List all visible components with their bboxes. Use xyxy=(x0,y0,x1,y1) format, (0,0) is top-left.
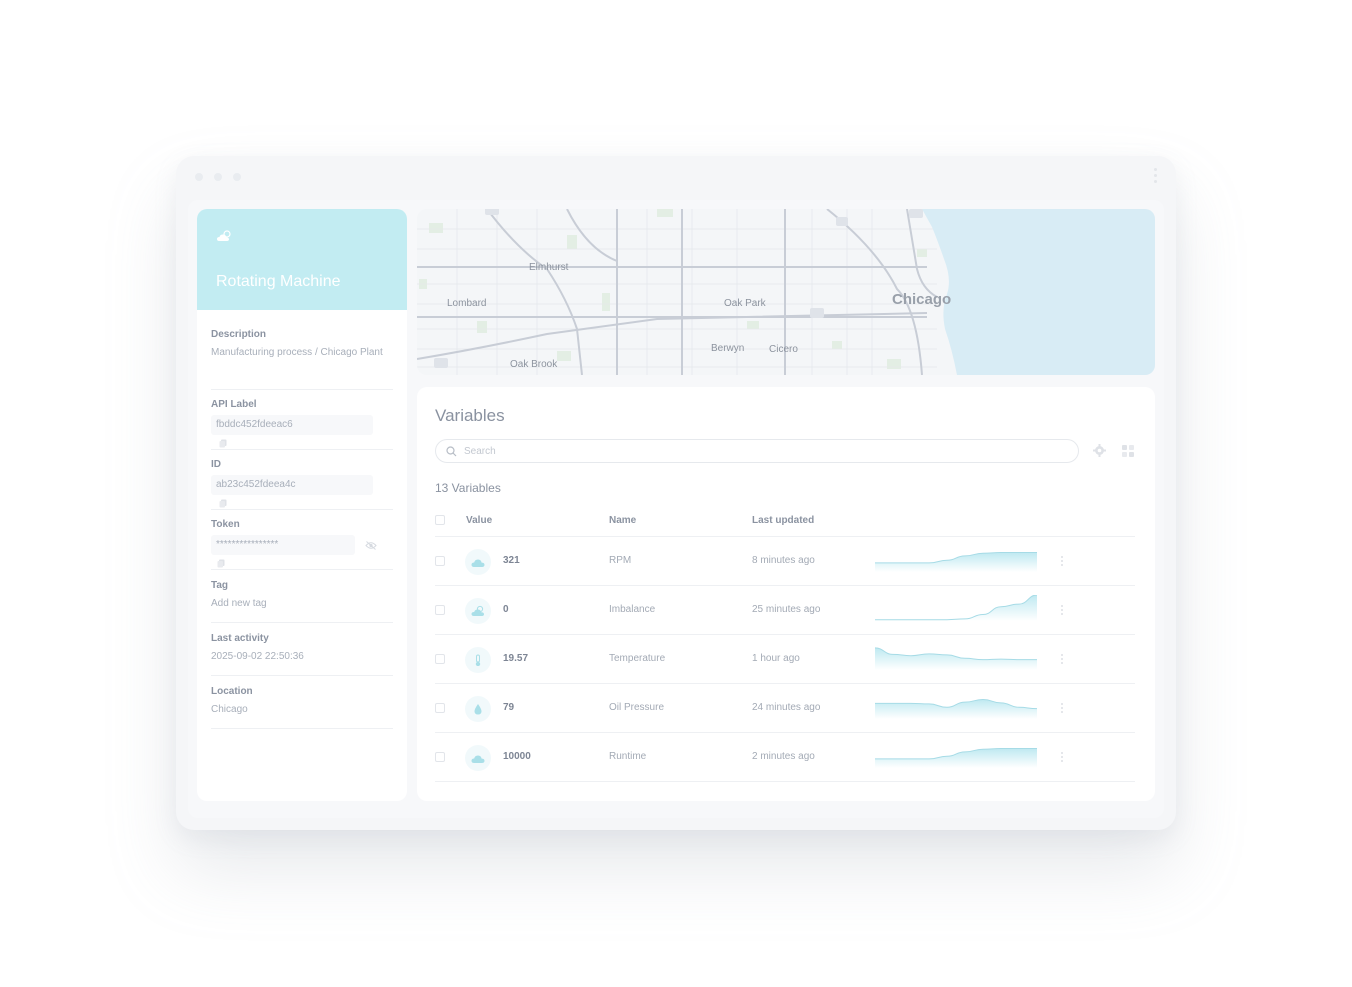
table-header: Value Name Last updated xyxy=(435,509,1135,533)
trend-sparkline xyxy=(874,644,1037,670)
api-label-field: API Label fbddc452fdeeac6 xyxy=(211,399,393,450)
device-header: Rotating Machine xyxy=(197,209,407,310)
variables-title: Variables xyxy=(435,406,505,425)
row-value: 0 xyxy=(503,604,509,615)
row-menu-icon[interactable] xyxy=(1061,556,1064,568)
trend-sparkline xyxy=(875,546,1037,572)
id-value[interactable]: ab23c452fdeea4c xyxy=(211,475,373,495)
row-checkbox[interactable] xyxy=(435,605,445,615)
add-tag-link[interactable]: Add new tag xyxy=(211,596,393,612)
row-name[interactable]: Temperature xyxy=(609,653,665,664)
location-field: Location Chicago xyxy=(211,686,393,729)
table-row[interactable]: 10000 Runtime 2 minutes ago xyxy=(435,732,1135,782)
token-value[interactable]: **************** xyxy=(211,535,355,555)
tag-field: Tag Add new tag xyxy=(211,580,393,623)
table-row[interactable]: 321 RPM 8 minutes ago xyxy=(435,536,1135,586)
droplet-icon xyxy=(465,696,491,722)
row-last-updated: 2 minutes ago xyxy=(752,751,815,762)
api-label-value[interactable]: fbddc452fdeeac6 xyxy=(211,415,373,435)
maximize-dot[interactable] xyxy=(233,173,241,181)
copy-icon[interactable] xyxy=(219,499,227,508)
row-name[interactable]: Oil Pressure xyxy=(609,702,664,713)
search-input[interactable] xyxy=(464,443,1044,459)
row-name[interactable]: Runtime xyxy=(609,751,646,762)
minimize-dot[interactable] xyxy=(214,173,222,181)
thermometer-icon xyxy=(465,647,491,673)
row-name[interactable]: Imbalance xyxy=(609,604,655,615)
id-field: ID ab23c452fdeea4c xyxy=(211,459,393,510)
table-row[interactable]: 0 Imbalance 25 minutes ago xyxy=(435,585,1135,635)
table-row[interactable]: 79 Oil Pressure 24 minutes ago xyxy=(435,683,1135,733)
row-value: 79 xyxy=(503,702,515,713)
cloud-sun-icon xyxy=(217,230,231,241)
map-label-berwyn: Berwyn xyxy=(711,343,745,354)
map-label-oak-brook: Oak Brook xyxy=(510,359,558,370)
table-bottom-divider xyxy=(435,781,1135,782)
last-activity-field: Last activity 2025-09-02 22:50:36 xyxy=(211,633,393,676)
row-last-updated: 24 minutes ago xyxy=(752,702,821,713)
trend-sparkline xyxy=(875,693,1038,719)
column-name[interactable]: Name xyxy=(609,515,636,526)
map-label-oak-park: Oak Park xyxy=(724,298,766,309)
row-checkbox[interactable] xyxy=(435,752,445,762)
row-last-updated: 8 minutes ago xyxy=(752,555,815,566)
description-label: Description xyxy=(211,329,267,340)
row-last-updated: 25 minutes ago xyxy=(752,604,821,615)
row-menu-icon[interactable] xyxy=(1061,654,1064,666)
column-last-updated[interactable]: Last updated xyxy=(752,515,814,526)
row-checkbox[interactable] xyxy=(435,556,445,566)
last-activity-value: 2025-09-02 22:50:36 xyxy=(211,651,304,662)
location-value: Chicago xyxy=(211,704,248,715)
row-menu-icon[interactable] xyxy=(1061,752,1064,764)
dashboard-frame: Rotating Machine Description Manufacturi… xyxy=(188,200,1164,818)
row-name[interactable]: RPM xyxy=(609,555,631,566)
column-value[interactable]: Value xyxy=(466,515,492,526)
api-label-label: API Label xyxy=(211,399,257,410)
description-field: Description Manufacturing process / Chic… xyxy=(211,329,393,390)
window-controls xyxy=(195,173,241,181)
trend-sparkline xyxy=(875,594,1038,621)
app-window: Rotating Machine Description Manufacturi… xyxy=(176,156,1176,830)
row-value: 321 xyxy=(503,555,520,566)
widgets-icon[interactable] xyxy=(1122,445,1134,457)
row-last-updated: 1 hour ago xyxy=(752,653,800,664)
row-value: 19.57 xyxy=(503,653,529,664)
token-field: Token **************** xyxy=(211,519,393,570)
tag-label: Tag xyxy=(211,580,229,591)
gear-icon[interactable] xyxy=(1093,444,1106,457)
copy-icon[interactable] xyxy=(219,439,227,448)
description-value: Manufacturing process / Chicago Plant xyxy=(211,347,383,358)
device-card: Rotating Machine Description Manufacturi… xyxy=(197,209,407,801)
row-checkbox[interactable] xyxy=(435,703,445,713)
variables-panel: Variables 13 Variables Value Name Last u… xyxy=(417,387,1155,801)
copy-icon[interactable] xyxy=(217,559,225,568)
search-bar[interactable] xyxy=(435,439,1079,463)
row-value: 10000 xyxy=(503,751,531,762)
row-menu-icon[interactable] xyxy=(1061,703,1064,715)
cloud-icon xyxy=(465,745,491,771)
cloud-sun-icon xyxy=(465,598,491,624)
search-icon xyxy=(446,446,457,457)
close-dot[interactable] xyxy=(195,173,203,181)
token-label: Token xyxy=(211,519,240,530)
row-checkbox[interactable] xyxy=(435,654,445,664)
eye-off-icon[interactable] xyxy=(365,540,378,550)
map-label-cicero: Cicero xyxy=(769,344,798,355)
cloud-icon xyxy=(465,549,491,575)
map-label-lombard: Lombard xyxy=(447,298,487,309)
trend-sparkline xyxy=(875,742,1037,768)
device-title: Rotating Machine xyxy=(216,273,341,290)
table-row[interactable]: 19.57 Temperature 1 hour ago xyxy=(435,634,1135,684)
map-label-elmhurst: Elmhurst xyxy=(529,262,569,273)
window-menu-icon[interactable] xyxy=(1154,168,1158,183)
map-label-chicago: Chicago xyxy=(892,291,952,308)
last-activity-label: Last activity xyxy=(211,633,269,644)
row-menu-icon[interactable] xyxy=(1061,605,1064,617)
id-label: ID xyxy=(211,459,221,470)
location-label: Location xyxy=(211,686,253,697)
variables-count: 13 Variables xyxy=(435,481,501,495)
select-all-checkbox[interactable] xyxy=(435,515,445,525)
location-map[interactable]: Elmhurst Lombard Oak Park Chicago Berwyn… xyxy=(417,209,1155,375)
